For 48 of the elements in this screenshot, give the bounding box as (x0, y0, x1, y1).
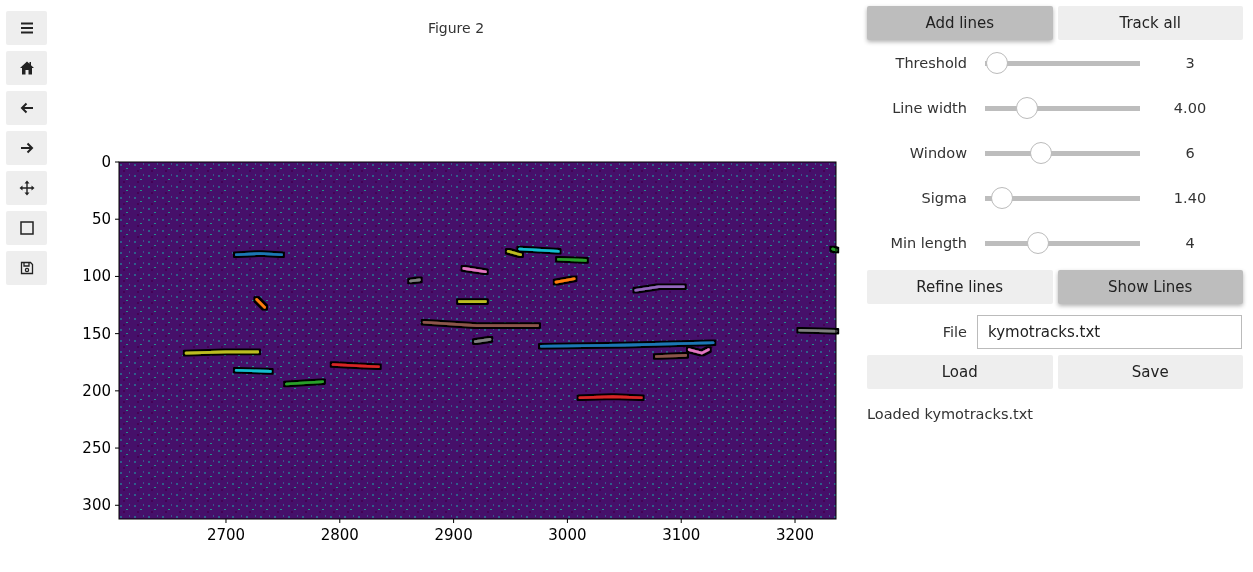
slider[interactable] (985, 141, 1140, 164)
slider-value: 4 (1184, 234, 1196, 251)
slider[interactable] (985, 231, 1140, 254)
slider-label: Threshold (894, 54, 967, 71)
home-icon[interactable] (6, 51, 47, 85)
slider-thumb[interactable] (1029, 141, 1052, 164)
toggle-button[interactable]: Track all (1057, 6, 1243, 40)
y-tick-label: 0 (101, 153, 111, 171)
y-tick-label: 150 (82, 324, 111, 343)
slider-thumb[interactable] (1015, 96, 1038, 119)
slider-value: 4.00 (1172, 99, 1208, 116)
y-tick-label: 100 (82, 267, 111, 286)
slider[interactable] (985, 96, 1140, 119)
y-tick-label: 200 (82, 381, 111, 400)
x-tick-label: 3000 (548, 526, 587, 544)
toggle-button[interactable]: Show Lines (1057, 270, 1243, 304)
file-label: File (941, 324, 967, 340)
y-tick-label: 300 (82, 496, 111, 515)
slider-value: 1.40 (1172, 189, 1208, 206)
load-button[interactable]: Load (867, 355, 1053, 389)
menu-icon[interactable] (6, 11, 47, 45)
save-button[interactable]: Save (1057, 355, 1243, 389)
slider-thumb[interactable] (991, 186, 1014, 209)
y-tick-label: 250 (82, 439, 111, 458)
file-name-field[interactable]: kymotracks.txt (977, 315, 1242, 349)
x-tick-label: 2800 (320, 526, 359, 544)
x-tick-label: 3200 (775, 526, 815, 544)
toggle-button[interactable]: Refine lines (867, 270, 1053, 304)
y-tick-label: 50 (91, 210, 111, 229)
slider-value: 3 (1184, 54, 1196, 71)
square-icon[interactable] (6, 211, 47, 245)
slider[interactable] (985, 186, 1140, 209)
slider-thumb[interactable] (986, 51, 1009, 74)
x-tick-label: 2700 (206, 526, 246, 544)
slider[interactable] (985, 51, 1140, 74)
slider-label: Line width (891, 99, 967, 116)
x-tick-label: 2900 (434, 526, 473, 544)
slider-label: Window (908, 144, 967, 161)
slider-label: Min length (889, 234, 967, 251)
status-message: Loaded kymotracks.txt (867, 406, 1034, 422)
figure-title: Figure 2 (427, 20, 485, 36)
slider-thumb[interactable] (1026, 231, 1049, 254)
save-icon[interactable] (6, 251, 47, 285)
move-icon[interactable] (6, 171, 47, 205)
x-tick-label: 3100 (662, 526, 701, 544)
slider-label: Sigma (920, 189, 967, 206)
toggle-button[interactable]: Add lines (867, 6, 1053, 40)
slider-value: 6 (1184, 144, 1196, 161)
